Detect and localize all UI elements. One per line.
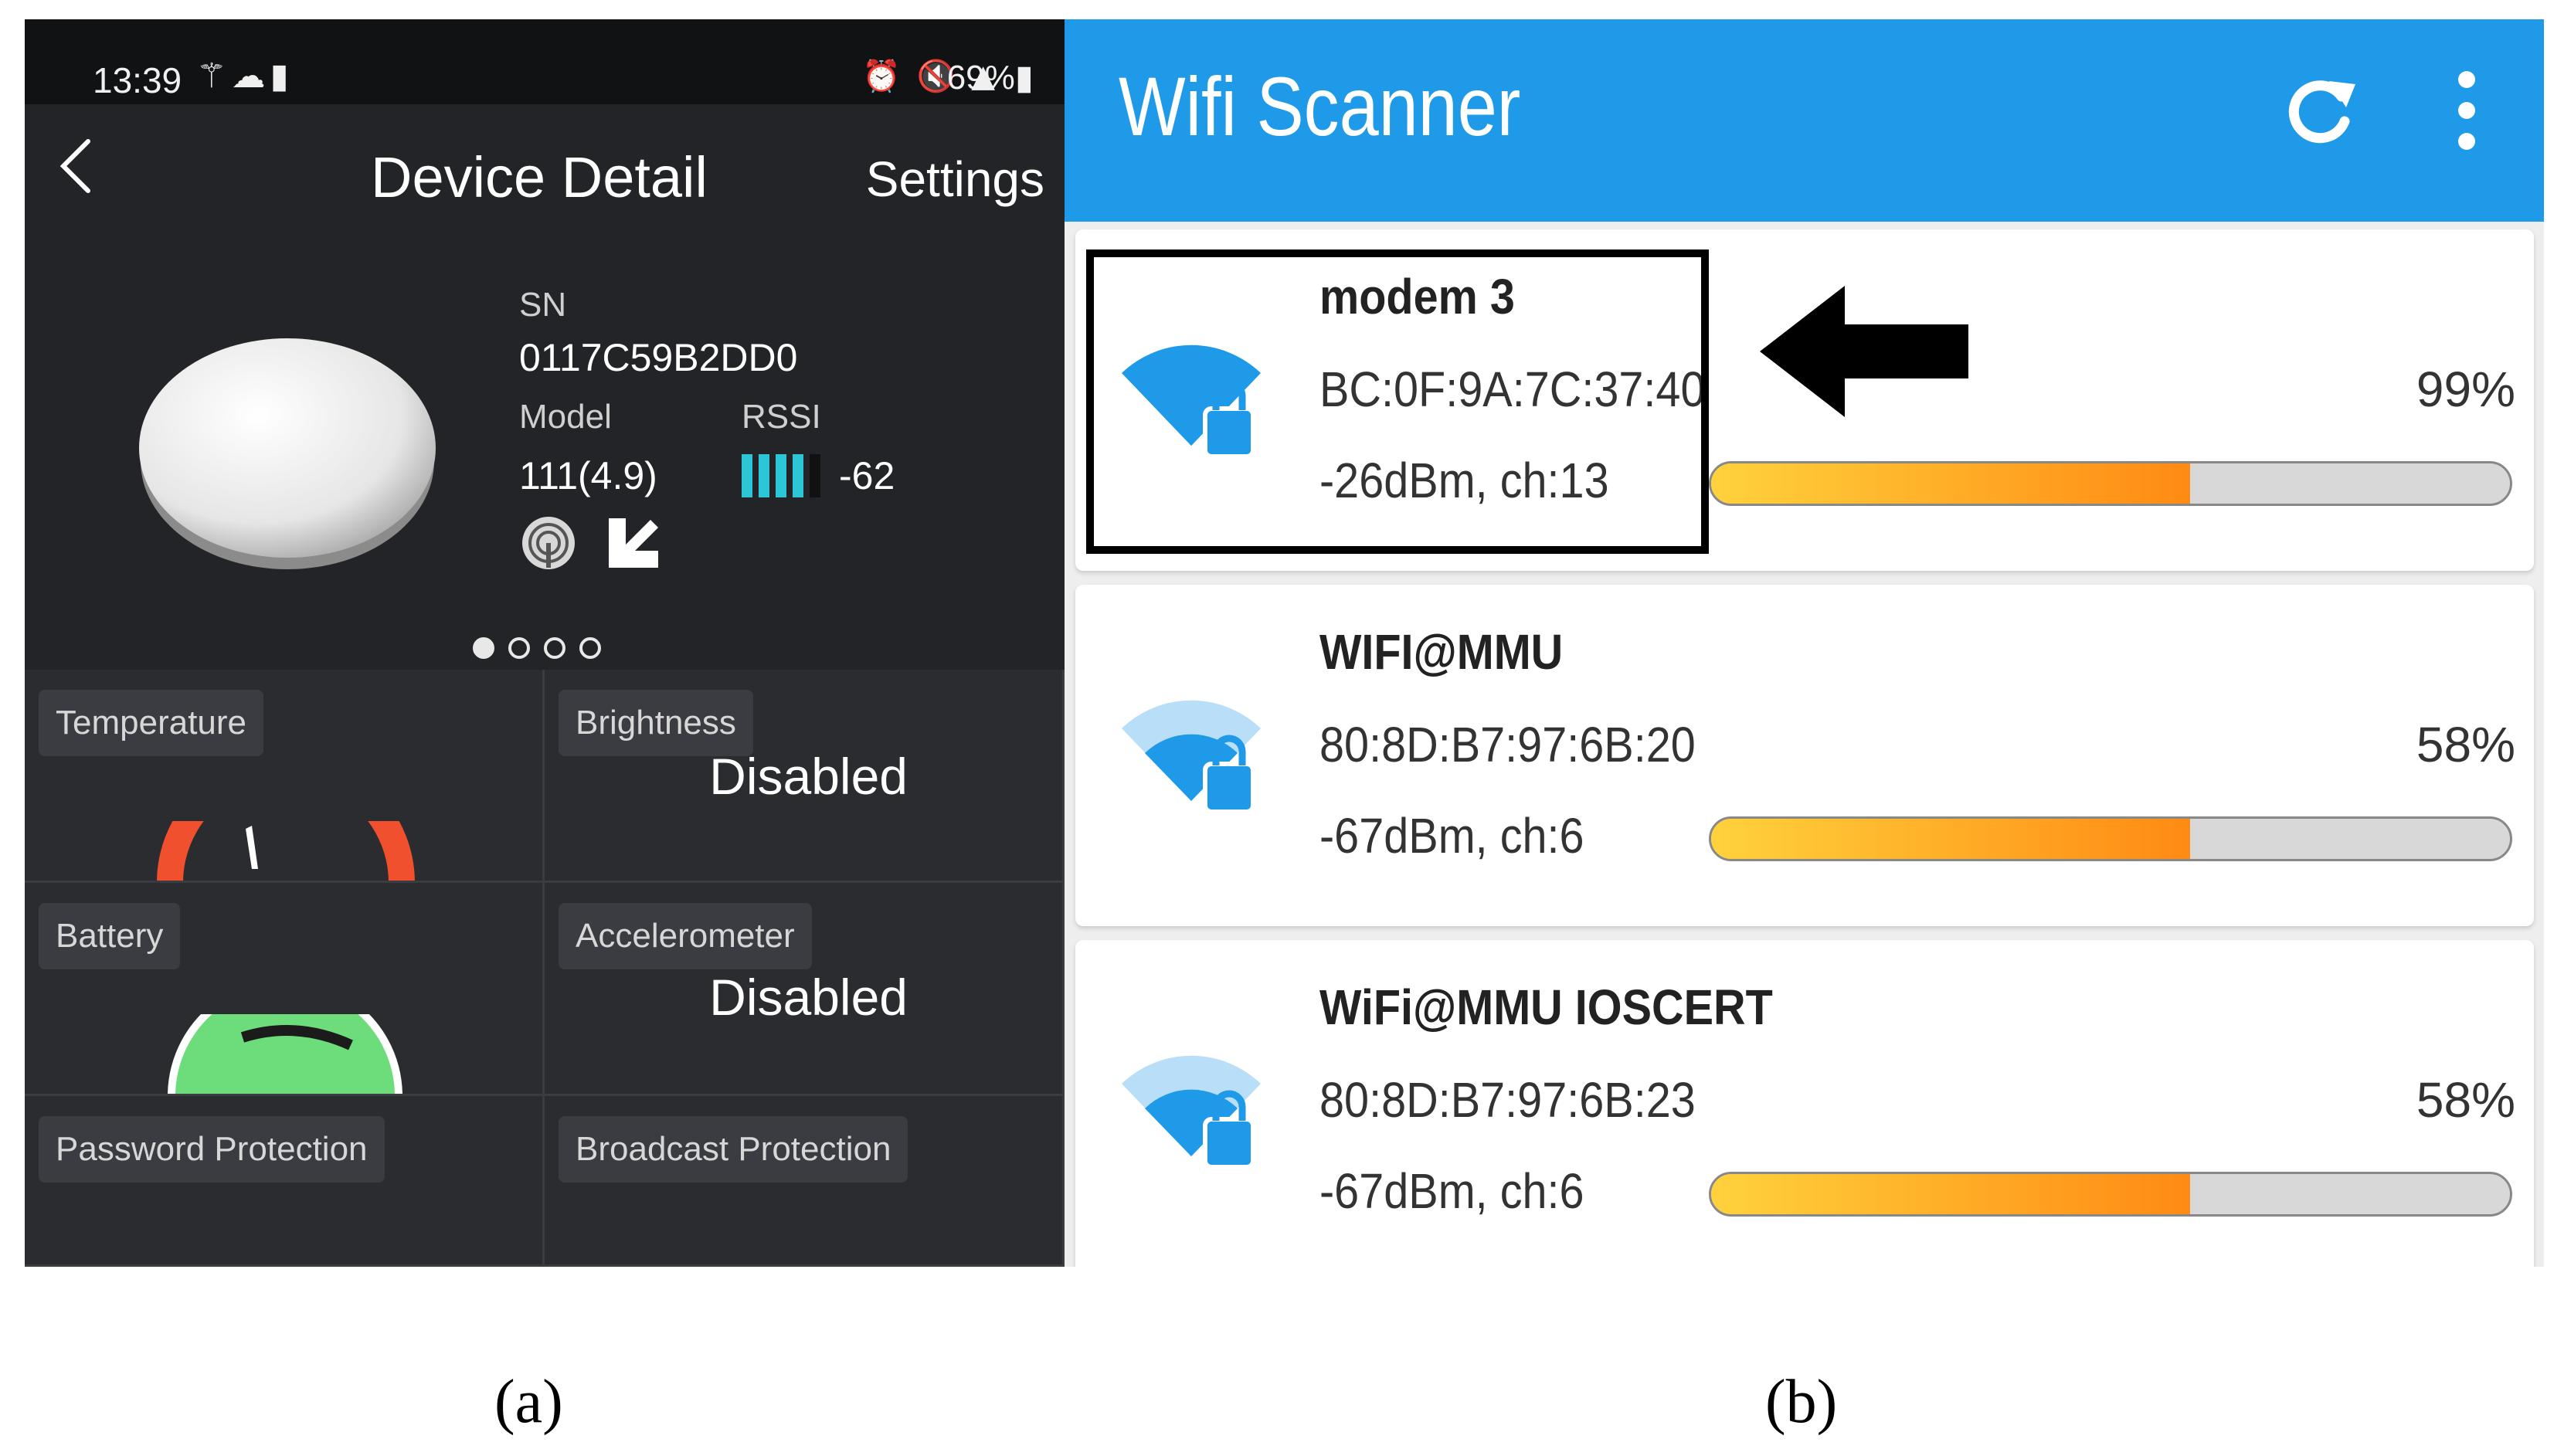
model-label: Model: [519, 398, 612, 436]
broadcast-protection-label: Broadcast Protection: [559, 1116, 908, 1183]
network-item[interactable]: WIFI@MMU 80:8D:B7:97:6B:20 -67dBm, ch:6 …: [1075, 585, 2534, 926]
battery-tile[interactable]: Battery: [25, 883, 545, 1096]
signal-strength-bar: [1709, 1172, 2512, 1217]
broadcast-protection-tile[interactable]: Broadcast Protection: [545, 1096, 1065, 1267]
pointer-arrow-icon: [1760, 286, 1968, 417]
network-percent: 58%: [2416, 1072, 2515, 1128]
signal-strength-bar: [1709, 816, 2512, 861]
temperature-tile[interactable]: Temperature: [25, 670, 545, 883]
device-detail-screen: 13:39 ⚚☁▮ ⏰ 🔇 ▲ 69%▮ Device Detail Setti…: [25, 19, 1065, 1267]
network-mac: BC:0F:9A:7C:37:40: [1319, 361, 1706, 417]
network-percent: 58%: [2416, 717, 2515, 772]
rssi-label: RSSI: [742, 398, 821, 436]
secured-wifi-icon: [1122, 700, 1261, 814]
sensor-grid: Temperature Brightness Disabled Battery …: [25, 670, 1065, 1267]
app-bar: Wifi Scanner: [1065, 19, 2544, 222]
motion-icon: [609, 518, 658, 568]
model-value: 111(4.9): [519, 454, 657, 497]
network-ssid: modem 3: [1319, 269, 1515, 324]
brightness-tile[interactable]: Brightness Disabled: [545, 670, 1065, 883]
rssi-bar: [776, 454, 786, 497]
network-percent: 99%: [2416, 361, 2515, 417]
rssi-value: -62: [839, 454, 895, 497]
serial-number: SN 0117C59B2DD0: [519, 286, 797, 380]
accelerometer-tile[interactable]: Accelerometer Disabled: [545, 883, 1065, 1096]
network-signal: -26dBm, ch:13: [1319, 453, 1609, 508]
battery-level: 69%▮: [946, 59, 1034, 97]
broadcast-icon: [522, 517, 575, 569]
notification-icons: ⚚☁▮: [196, 56, 294, 96]
caption-b: (b): [1765, 1368, 1838, 1436]
page-indicator[interactable]: [473, 637, 601, 659]
rssi-bar: [793, 454, 803, 497]
secured-wifi-icon: [1122, 1055, 1261, 1169]
network-signal: -67dBm, ch:6: [1319, 1163, 1584, 1219]
password-protection-tile[interactable]: Password Protection: [25, 1096, 545, 1267]
page-dot[interactable]: [473, 637, 494, 659]
settings-button[interactable]: Settings: [866, 151, 1044, 208]
status-time: 13:39: [93, 60, 182, 100]
temperature-gauge: [157, 821, 415, 881]
network-ssid: WIFI@MMU: [1319, 624, 1564, 680]
signal-strength-fill: [1711, 1174, 2191, 1214]
page-dot[interactable]: [579, 637, 601, 659]
navigation-bar: Device Detail Settings: [25, 104, 1065, 220]
network-item[interactable]: WiFi@MMU IOSCERT 80:8D:B7:97:6B:23 -67dB…: [1075, 940, 2534, 1267]
accelerometer-label: Accelerometer: [559, 903, 812, 969]
signal-strength-fill: [1711, 819, 2191, 859]
rssi-info: RSSI -62: [742, 398, 895, 498]
network-mac: 80:8D:B7:97:6B:20: [1319, 717, 1696, 772]
secured-wifi-icon: [1122, 344, 1261, 459]
signal-strength-bar: [1709, 461, 2512, 506]
battery-label: Battery: [39, 903, 181, 969]
model-info: Model 111(4.9): [519, 398, 657, 498]
rssi-bar: [742, 454, 752, 497]
device-image: [139, 338, 436, 569]
brightness-state: Disabled: [709, 748, 908, 805]
rssi-bar: [810, 454, 820, 497]
more-options-icon[interactable]: [2451, 64, 2482, 157]
status-bar: 13:39 ⚚☁▮ ⏰ 🔇 ▲ 69%▮: [25, 19, 1065, 104]
back-arrow-icon[interactable]: [54, 135, 100, 197]
network-signal: -67dBm, ch:6: [1319, 808, 1584, 864]
battery-gauge: [168, 1014, 402, 1094]
rssi-signal-bars: -62: [742, 453, 895, 498]
network-ssid: WiFi@MMU IOSCERT: [1319, 979, 1773, 1035]
signal-strength-fill: [1711, 463, 2191, 504]
temperature-label: Temperature: [39, 690, 264, 756]
page-dot[interactable]: [508, 637, 530, 659]
caption-a: (a): [494, 1368, 563, 1436]
app-title: Wifi Scanner: [1119, 59, 1521, 153]
refresh-icon[interactable]: [2281, 67, 2359, 152]
page-dot[interactable]: [544, 637, 565, 659]
rssi-bar: [759, 454, 769, 497]
network-mac: 80:8D:B7:97:6B:23: [1319, 1072, 1696, 1128]
accelerometer-state: Disabled: [709, 969, 908, 1026]
wifi-scanner-screen: Wifi Scanner modem 3 BC:0F:9A:7C:37:40 -…: [1065, 19, 2544, 1267]
sn-value: 0117C59B2DD0: [519, 336, 798, 379]
password-protection-label: Password Protection: [39, 1116, 385, 1183]
sn-label: SN: [519, 286, 567, 324]
page-title: Device Detail: [371, 145, 708, 209]
